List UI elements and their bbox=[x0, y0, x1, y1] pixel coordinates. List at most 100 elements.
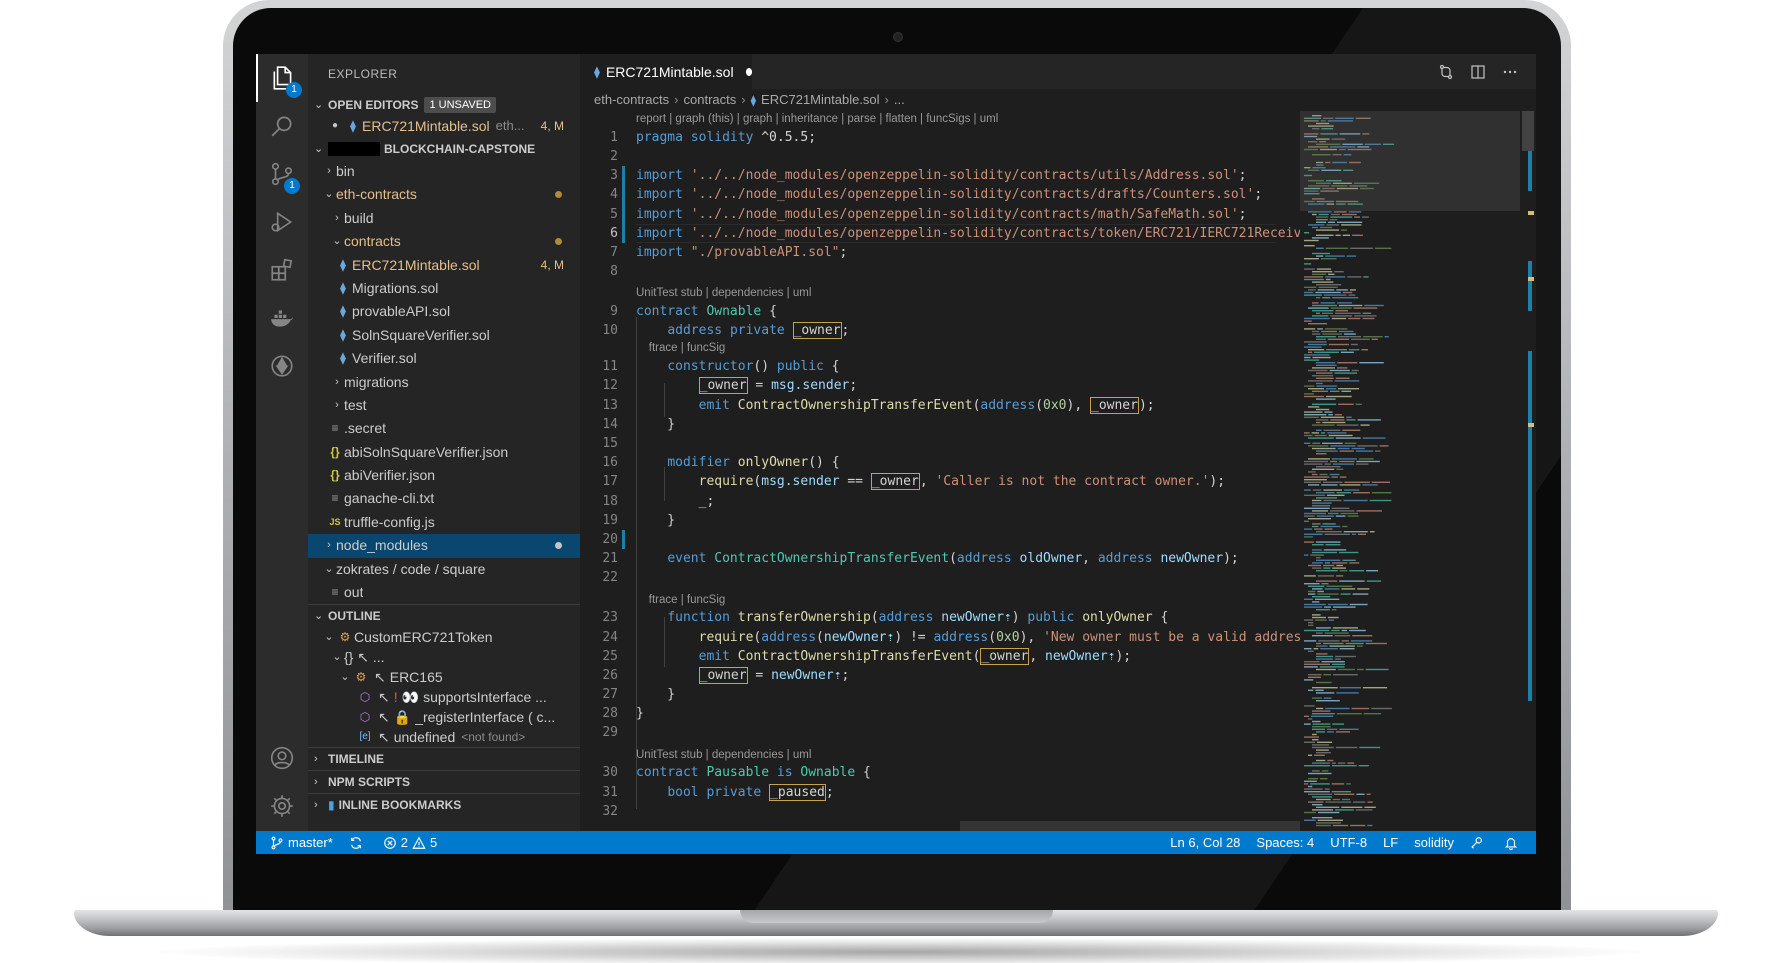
outline-item-registerinterface[interactable]: ⬡ ↖ 🔒 _registerInterface ( c... bbox=[308, 707, 580, 727]
code-editor[interactable]: report | graph (this) | graph | inherita… bbox=[580, 111, 1300, 831]
accounts-activity[interactable] bbox=[256, 734, 308, 782]
extensions-icon bbox=[271, 258, 293, 281]
breadcrumb-item[interactable]: eth-contracts bbox=[594, 92, 669, 107]
code-line: 10 address private _owner; bbox=[602, 322, 850, 340]
activity-bar: 1 1 bbox=[256, 54, 308, 854]
settings-activity[interactable] bbox=[256, 782, 308, 830]
modified-dot bbox=[555, 542, 562, 550]
split-editor-icon[interactable] bbox=[1470, 64, 1486, 80]
sync-status[interactable] bbox=[341, 831, 375, 854]
unsaved-dot-icon: ● bbox=[331, 120, 339, 131]
npm-scripts-header[interactable]: › NPM SCRIPTS bbox=[308, 771, 580, 793]
notifications-status[interactable] bbox=[1496, 831, 1536, 854]
explorer-activity[interactable]: 1 bbox=[256, 54, 308, 102]
code-lens[interactable]: UnitTest stub | dependencies | uml bbox=[580, 285, 1300, 302]
unsaved-badge: 1 UNSAVED bbox=[424, 97, 497, 113]
warning-icon bbox=[412, 836, 426, 849]
open-editor-item[interactable]: ● ⧫ ERC721Mintable.sol eth... 4, M bbox=[308, 116, 580, 136]
language-mode[interactable]: solidity bbox=[1406, 831, 1462, 854]
compare-changes-icon[interactable] bbox=[1438, 64, 1454, 80]
tree-item-test[interactable]: › test bbox=[308, 394, 580, 417]
outline-item-customerc721token[interactable]: ⌄ ⚙ CustomERC721Token bbox=[308, 627, 580, 647]
feedback-status[interactable] bbox=[1462, 831, 1496, 854]
tree-item-contracts[interactable]: ⌄ contracts bbox=[308, 230, 580, 253]
solidity-file-icon: ⧫ bbox=[750, 95, 757, 107]
code-line: 15 bbox=[602, 436, 618, 452]
source-control-activity[interactable]: 1 bbox=[256, 150, 308, 198]
tree-item-secret[interactable]: ≡ .secret bbox=[308, 417, 580, 440]
indentation-status[interactable]: Spaces: 4 bbox=[1248, 831, 1322, 854]
tree-item-eth-contracts[interactable]: ⌄ eth-contracts bbox=[308, 183, 580, 206]
chevron-down-icon: ⌄ bbox=[314, 99, 324, 111]
tree-item-verifier[interactable]: ⧫ Verifier.sol bbox=[308, 347, 580, 370]
ethereum-activity[interactable] bbox=[256, 342, 308, 390]
run-debug-activity[interactable] bbox=[256, 198, 308, 246]
vertical-scrollbar[interactable] bbox=[1520, 111, 1536, 831]
tab-erc721mintable[interactable]: ⧫ ERC721Mintable.sol bbox=[580, 54, 752, 89]
vscode-window: 1 1 EXPLORER ⌄ OPEN EDITORS 1 UNSAVED ● … bbox=[256, 54, 1536, 854]
breadcrumb-item[interactable]: contracts bbox=[684, 92, 737, 107]
outline-item-undefined[interactable]: [e] ↖ undefined <not found> bbox=[308, 727, 580, 747]
code-lens[interactable]: UnitTest stub | dependencies | uml bbox=[580, 747, 1300, 764]
minimap[interactable] bbox=[1300, 111, 1520, 831]
minimap-viewport[interactable] bbox=[1300, 111, 1520, 211]
chevron-right-icon: › bbox=[314, 753, 318, 766]
outline-header[interactable]: ⌄ OUTLINE bbox=[308, 605, 580, 627]
more-actions-icon[interactable] bbox=[1502, 64, 1518, 80]
tree-item-zokrates[interactable]: ⌄ zokrates / code / square bbox=[308, 558, 580, 581]
cursor-position[interactable]: Ln 6, Col 28 bbox=[1162, 831, 1248, 854]
tree-item-build[interactable]: › build bbox=[308, 207, 580, 230]
code-lens[interactable]: report | graph (this) | graph | inherita… bbox=[580, 111, 1300, 128]
code-lens[interactable]: ftrace | funcSig bbox=[580, 592, 1300, 609]
unsaved-dot-icon bbox=[745, 67, 752, 76]
chevron-right-icon: › bbox=[335, 375, 339, 388]
tree-item-node-modules[interactable]: › node_modules bbox=[308, 534, 580, 558]
tree-item-solnsquareverifier[interactable]: ⧫ SolnSquareVerifier.sol bbox=[308, 324, 580, 347]
timeline-header[interactable]: › TIMELINE bbox=[308, 748, 580, 770]
code-line: 8 bbox=[610, 264, 618, 280]
branch-status[interactable]: master* bbox=[256, 831, 341, 854]
redacted-block bbox=[328, 142, 380, 156]
outline-item-supportsinterface[interactable]: ⬡ ↖! 👀 supportsInterface ... bbox=[308, 687, 580, 707]
search-activity[interactable] bbox=[256, 102, 308, 150]
tree-item-erc721mintable[interactable]: ⧫ ERC721Mintable.sol 4, M bbox=[308, 254, 580, 277]
code-line: 17 require(msg.sender == _owner, 'Caller… bbox=[602, 473, 1226, 491]
breadcrumb-item[interactable]: ERC721Mintable.sol bbox=[761, 92, 880, 107]
horizontal-scrollbar[interactable] bbox=[960, 821, 1300, 831]
tree-item-abiverifier[interactable]: {} abiVerifier.json bbox=[308, 464, 580, 487]
tree-item-provableapi[interactable]: ⧫ provableAPI.sol bbox=[308, 300, 580, 323]
docker-activity[interactable] bbox=[256, 294, 308, 342]
code-line: 31 bool private _paused; bbox=[602, 783, 834, 801]
encoding-status[interactable]: UTF-8 bbox=[1322, 831, 1375, 854]
docker-icon bbox=[271, 310, 293, 327]
chevron-right-icon: › bbox=[335, 211, 339, 224]
eol-status[interactable]: LF bbox=[1375, 831, 1406, 854]
tree-item-migrations[interactable]: › migrations bbox=[308, 371, 580, 394]
tree-item-out[interactable]: ≡ out bbox=[308, 581, 580, 604]
method-icon: ⬡ bbox=[359, 710, 371, 725]
outline-item-braces[interactable]: ⌄{} ↖ ... bbox=[308, 647, 580, 667]
problems-status[interactable]: 2 5 bbox=[375, 831, 445, 854]
extensions-activity[interactable] bbox=[256, 246, 308, 294]
tree-item-truffle-config[interactable]: JS truffle-config.js bbox=[308, 511, 580, 534]
tree-item-migrations-sol[interactable]: ⧫ Migrations.sol bbox=[308, 277, 580, 300]
inline-bookmarks-header[interactable]: › ▮ INLINE BOOKMARKS bbox=[308, 794, 580, 816]
code-lens[interactable]: ftrace | funcSig bbox=[580, 340, 1300, 357]
scm-badge: 1 bbox=[284, 178, 300, 194]
tree-item-bin[interactable]: › bin bbox=[308, 160, 580, 183]
chevron-right-icon: › bbox=[335, 398, 339, 411]
scrollbar-thumb[interactable] bbox=[1522, 111, 1534, 151]
chevron-down-icon: ⌄ bbox=[314, 143, 324, 155]
outline-item-erc165[interactable]: ⌄ ⚙ ↖ ERC165 bbox=[308, 667, 580, 687]
workspace-header[interactable]: ⌄ BLOCKCHAIN-CAPSTONE bbox=[308, 138, 580, 160]
tree-item-abisolnsquareverifier[interactable]: {} abiSolnSquareVerifier.json bbox=[308, 441, 580, 464]
tree-item-ganache[interactable]: ≡ ganache-cli.txt bbox=[308, 487, 580, 510]
bookmark-icon: ▮ bbox=[328, 798, 335, 813]
eyes-icon: 👀 bbox=[401, 689, 420, 706]
breadcrumb-item[interactable]: ... bbox=[894, 92, 905, 107]
open-editors-header[interactable]: ⌄ OPEN EDITORS 1 UNSAVED bbox=[308, 94, 580, 116]
code-line: 1 pragma solidity ^0.5.5; bbox=[610, 129, 817, 145]
editor-actions bbox=[1438, 54, 1518, 89]
search-icon bbox=[271, 116, 292, 137]
code-line: 3 import '../../node_modules/openzeppelin… bbox=[580, 166, 1300, 186]
